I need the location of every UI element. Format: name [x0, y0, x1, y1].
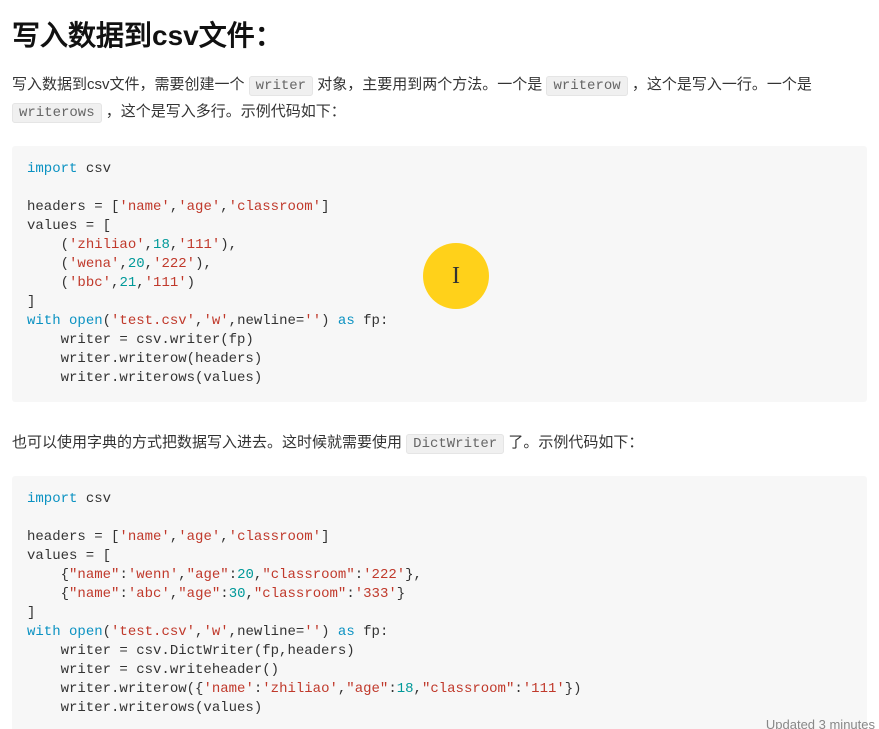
text-segment: 也可以使用字典的方式把数据写入进去。这时候就需要使用 [12, 434, 406, 451]
intro-paragraph-2: 也可以使用字典的方式把数据写入进去。这时候就需要使用 DictWriter 了。… [12, 430, 867, 457]
text-segment: 对象，主要用到两个方法。一个是 [313, 76, 546, 93]
text-segment: ，这个是写入多行。示例代码如下： [102, 103, 346, 120]
inline-code: writerows [12, 103, 102, 123]
inline-code: writer [249, 76, 313, 96]
code-block-1[interactable]: import csv headers = ['name','age','clas… [12, 146, 867, 402]
text-segment: 写入数据到csv文件，需要创建一个 [12, 76, 249, 93]
status-updated-label: Updated 3 minutes [766, 717, 879, 729]
text-segment: ，这个是写入一行。一个是 [628, 76, 812, 93]
inline-code: DictWriter [406, 434, 504, 454]
inline-code: writerow [546, 76, 627, 96]
page-title: 写入数据到csv文件： [12, 14, 867, 54]
text-segment: 了。示例代码如下： [504, 434, 643, 451]
code-block-2[interactable]: import csv headers = ['name','age','clas… [12, 476, 867, 729]
intro-paragraph-1: 写入数据到csv文件，需要创建一个 writer 对象，主要用到两个方法。一个是… [12, 72, 867, 126]
